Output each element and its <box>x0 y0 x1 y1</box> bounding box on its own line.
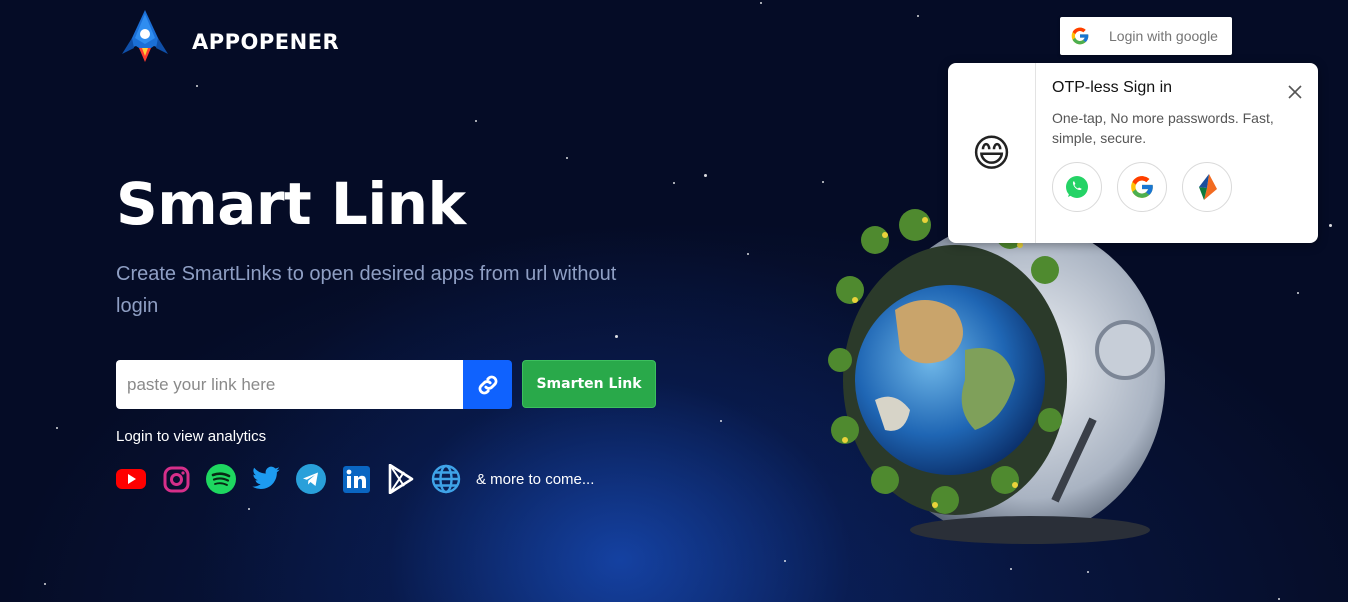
smarten-link-button[interactable]: Smarten Link <box>522 360 656 408</box>
brand-name: APPOPENER <box>192 30 340 54</box>
supported-apps-row: & more to come... <box>116 463 594 495</box>
login-analytics-link[interactable]: Login to view analytics <box>116 428 266 445</box>
whatsapp-signin-button[interactable] <box>1052 162 1102 212</box>
linkedin-icon <box>341 463 371 495</box>
google-signin-button[interactable] <box>1117 162 1167 212</box>
spotify-icon <box>206 463 236 495</box>
instagram-icon <box>161 463 191 495</box>
hero-subtitle: Create SmartLinks to open desired apps f… <box>116 263 617 317</box>
link-icon <box>478 375 497 394</box>
rocket-logo-icon <box>122 10 168 62</box>
close-icon[interactable] <box>1285 82 1305 102</box>
youtube-icon <box>116 463 146 495</box>
web-icon <box>431 463 461 495</box>
link-icon-button[interactable] <box>463 360 512 409</box>
google-icon <box>1060 26 1100 46</box>
page-title: Smart Link <box>116 170 466 238</box>
telegram-icon <box>296 463 326 495</box>
astronaut-helmet-earth-illustration <box>828 206 1165 544</box>
otpless-signin-popup: 😄 OTP-less Sign in One-tap, No more pass… <box>948 63 1318 243</box>
play-store-icon <box>386 463 416 495</box>
google-icon <box>1131 176 1153 198</box>
grinning-emoji-icon: 😄 <box>971 131 1012 175</box>
otp-options <box>1052 162 1247 212</box>
otp-description: One-tap, No more passwords. Fast, simple… <box>1052 110 1274 146</box>
truecaller-icon <box>1199 174 1217 200</box>
whatsapp-icon <box>1066 176 1088 198</box>
truecaller-signin-button[interactable] <box>1182 162 1232 212</box>
google-login-label: Login with google <box>1109 28 1218 44</box>
link-input[interactable] <box>116 360 464 409</box>
brand-logo[interactable]: APPOPENER <box>118 8 339 64</box>
otp-emoji-panel: 😄 <box>948 63 1036 243</box>
login-with-google-button[interactable]: Login with google <box>1060 17 1232 55</box>
more-apps-text: & more to come... <box>476 470 595 488</box>
twitter-icon <box>251 463 281 495</box>
otp-title: OTP-less Sign in <box>1052 79 1173 96</box>
